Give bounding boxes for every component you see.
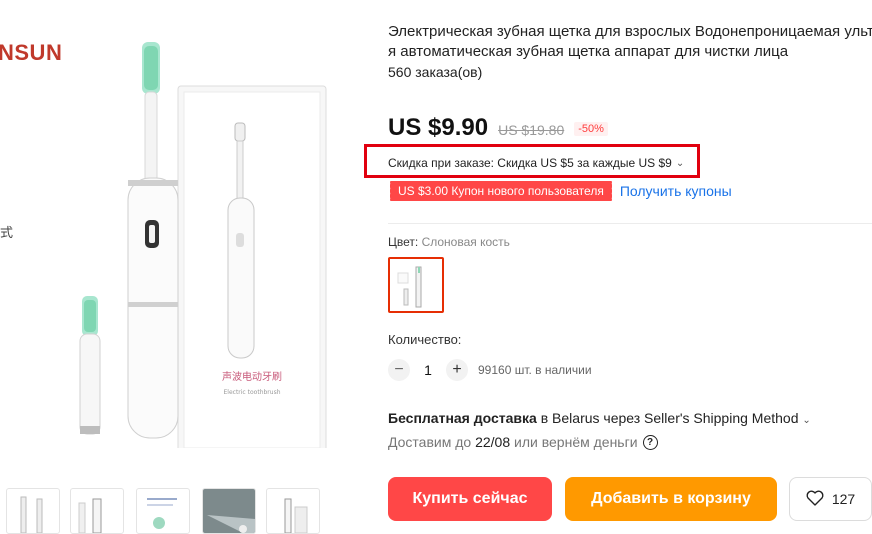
color-label-text: Цвет: [388, 235, 422, 249]
quantity-decrease-button[interactable]: − [388, 359, 410, 381]
product-main-image[interactable]: 声波电动牙刷 Electric toothbrush [0, 28, 370, 455]
store-discount-dropdown[interactable]: Скидка при заказе: Скидка US $5 за кажды… [388, 156, 684, 170]
discount-badge: -50% [574, 122, 608, 136]
original-price: US $19.80 [498, 122, 565, 138]
get-coupons-link[interactable]: Получить купоны [620, 183, 732, 199]
buy-now-button[interactable]: Купить сейчас [388, 477, 552, 521]
thumbnail-4[interactable] [202, 488, 256, 534]
product-title: Электрическая зубная щетка для взрослых … [388, 22, 872, 62]
chevron-down-icon: ⌄ [675, 157, 685, 169]
thumbnail-1[interactable] [6, 488, 60, 534]
chevron-down-icon: ⌄ [802, 415, 811, 426]
spare-brush-head-image [79, 296, 101, 435]
quantity-input[interactable]: 1 [420, 362, 436, 378]
thumbnail-2[interactable] [70, 488, 124, 534]
free-shipping-label: Бесплатная доставка [388, 410, 537, 426]
package-box-image: 声波电动牙刷 Electric toothbrush [177, 85, 327, 455]
color-swatch-ivory[interactable] [388, 257, 444, 313]
current-price: US $9.90 [388, 114, 489, 141]
wishlist-count: 127 [831, 491, 856, 507]
delivery-estimate: Доставим до 22/08 или вернём деньги ? [388, 434, 658, 450]
product-title-line-2: я автоматическая зубная щетка аппарат дл… [388, 43, 789, 60]
thumbnail-3[interactable] [136, 488, 190, 534]
package-box-text: 声波电动牙刷 [222, 370, 282, 383]
delivery-prefix: Доставим до [388, 434, 476, 450]
wishlist-button[interactable]: 127 [789, 477, 872, 521]
toothbrush-image [127, 42, 179, 439]
quantity-label: Количество: [388, 332, 462, 347]
color-label: Цвет: Слоновая кость [388, 235, 510, 249]
thumbnail-5[interactable] [266, 488, 320, 534]
shipping-method[interactable]: Бесплатная доставка в Belarus через Sell… [388, 410, 811, 426]
color-value: Слоновая кость [421, 235, 510, 249]
delivery-date: 22/08 [475, 434, 511, 450]
stock-available: 99160 шт. в наличии [478, 363, 592, 377]
product-title-line-1: Электрическая зубная щетка для взрослых … [388, 23, 872, 40]
heart-icon [806, 490, 824, 509]
divider [388, 223, 872, 224]
orders-count: 560 заказа(ов) [388, 64, 483, 80]
store-discount-text: Скидка при заказе: Скидка US $5 за кажды… [388, 156, 672, 170]
delivery-suffix: или вернём деньги [510, 434, 638, 450]
price-row: US $9.90 US $19.80 -50% [388, 114, 608, 144]
coupon-row: US $3.00 Купон нового пользователя Получ… [388, 181, 732, 201]
quantity-stepper: − 1 + 99160 шт. в наличии [388, 359, 592, 381]
quantity-increase-button[interactable]: + [446, 359, 468, 381]
new-user-coupon-tag[interactable]: US $3.00 Купон нового пользователя [388, 181, 612, 201]
help-icon[interactable]: ? [642, 434, 658, 450]
add-to-cart-button[interactable]: Добавить в корзину [565, 477, 777, 521]
thumbnail-strip [0, 488, 340, 534]
shipping-destination: в Belarus через Seller's Shipping Method [536, 410, 799, 426]
package-box-subtext: Electric toothbrush [224, 389, 281, 396]
